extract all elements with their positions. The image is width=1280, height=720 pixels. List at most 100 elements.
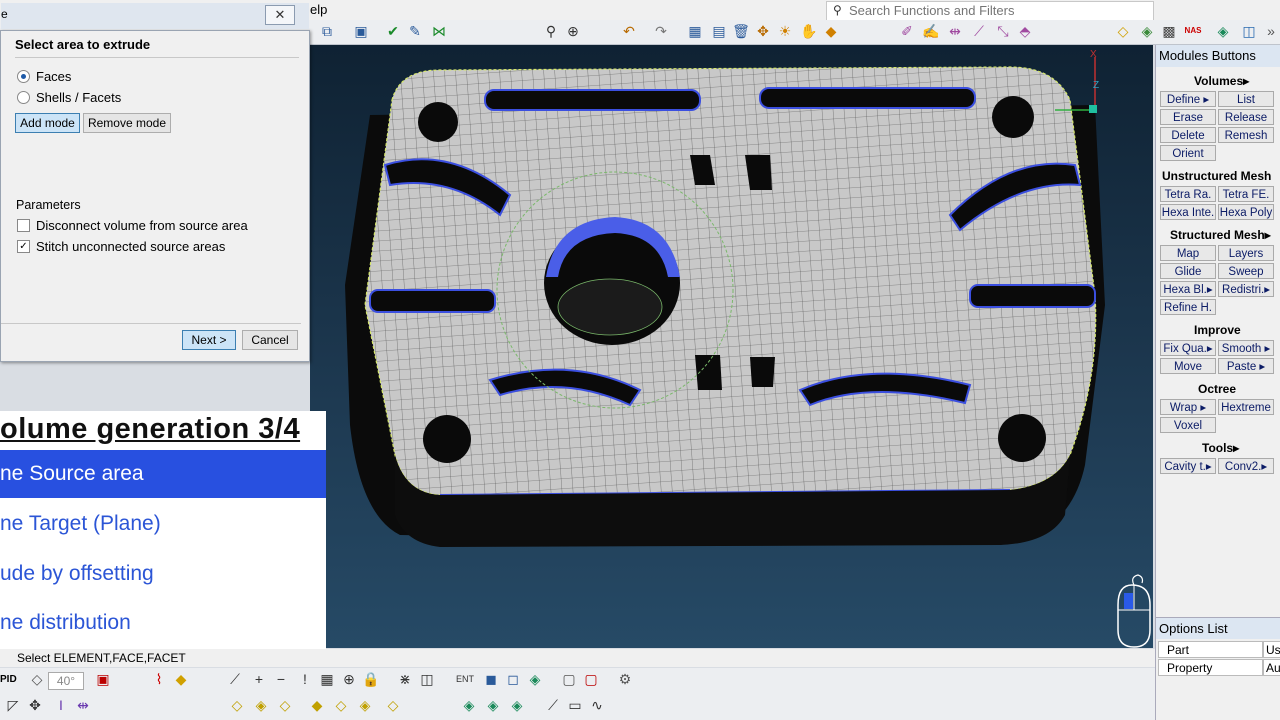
redistri-button[interactable]: Redistri.▸ xyxy=(1218,281,1274,297)
rect-icon[interactable]: ▭ xyxy=(566,696,584,714)
boxes-icon[interactable]: ◫ xyxy=(1240,22,1258,40)
section-tools[interactable]: Tools▸ xyxy=(1202,441,1239,455)
radio-shells[interactable]: Shells / Facets xyxy=(17,90,121,105)
checkmark-icon[interactable]: ✓ xyxy=(17,240,30,253)
mesh-icon[interactable]: ▩ xyxy=(1160,22,1178,40)
refine-h-button[interactable]: Refine H. xyxy=(1160,299,1216,315)
section-octree[interactable]: Octree xyxy=(1198,382,1236,396)
face-edit-icon[interactable]: ◇ xyxy=(332,696,350,714)
remove-mode-button[interactable]: Remove mode xyxy=(83,113,171,133)
frame-icon[interactable]: ▣ xyxy=(94,670,112,688)
face-add-icon[interactable]: ◇ xyxy=(276,696,294,714)
invert-icon[interactable]: ⊕ xyxy=(340,670,358,688)
face-fill-icon[interactable]: ◆ xyxy=(308,696,326,714)
arc-icon[interactable]: ∿ xyxy=(588,696,606,714)
cube-outline-icon[interactable]: ◻ xyxy=(504,670,522,688)
trash-icon[interactable]: 🗑 xyxy=(732,22,750,40)
face-extra-icon[interactable]: ◇ xyxy=(384,696,402,714)
radio-icon[interactable] xyxy=(17,70,30,83)
pen-icon[interactable]: ✎ xyxy=(406,22,424,40)
erase-button[interactable]: Erase xyxy=(1160,109,1216,125)
plus-icon[interactable]: + xyxy=(250,670,268,688)
face-check-icon[interactable]: ◈ xyxy=(356,696,374,714)
layers-icon[interactable]: ◫ xyxy=(418,670,436,688)
align-icon[interactable]: ⇹ xyxy=(74,696,92,714)
voxel-button[interactable]: Voxel xyxy=(1160,417,1216,433)
graph-icon[interactable]: ⋈ xyxy=(430,22,448,40)
more-icon[interactable]: » xyxy=(1262,22,1280,40)
zoom-in-icon[interactable]: ⊕ xyxy=(564,22,582,40)
tag-icon[interactable]: ◇ xyxy=(1114,22,1132,40)
cavity-button[interactable]: Cavity t.▸ xyxy=(1160,458,1216,474)
define-button[interactable]: Define ▸ xyxy=(1160,91,1216,107)
box-icon[interactable]: ▢ xyxy=(560,670,578,688)
move-icon[interactable]: ✥ xyxy=(26,696,44,714)
checkbox-icon[interactable] xyxy=(17,219,30,232)
map-button[interactable]: Map xyxy=(1160,245,1216,261)
layers-icon[interactable]: ◈ xyxy=(1138,22,1156,40)
section-unstructured[interactable]: Unstructured Mesh xyxy=(1162,169,1271,183)
redo-icon[interactable]: ↷ xyxy=(652,22,670,40)
screen-icon[interactable]: ▣ xyxy=(352,22,370,40)
move-button[interactable]: Move xyxy=(1160,358,1216,374)
tag-icon[interactable]: ◇ xyxy=(28,670,46,688)
option-part[interactable]: Part xyxy=(1158,641,1263,658)
shape-icon[interactable]: ⬘ xyxy=(1016,22,1034,40)
section-improve[interactable]: Improve xyxy=(1194,323,1241,337)
hextreme-button[interactable]: Hextreme xyxy=(1218,399,1274,415)
section-structured[interactable]: Structured Mesh▸ xyxy=(1170,228,1271,242)
hexa-poly-button[interactable]: Hexa Poly xyxy=(1218,204,1274,220)
cube-color-icon[interactable]: ◈ xyxy=(526,670,544,688)
face-icon[interactable]: ◇ xyxy=(228,696,246,714)
hexa-inte-button[interactable]: Hexa Inte. xyxy=(1160,204,1216,220)
checkbox-disconnect[interactable]: Disconnect volume from source area xyxy=(17,218,248,233)
graphics-viewport[interactable]: X Z xyxy=(310,45,1153,648)
layers-button[interactable]: Layers xyxy=(1218,245,1274,261)
curve-icon[interactable]: ⟋ xyxy=(544,696,562,714)
section-volumes[interactable]: Volumes▸ xyxy=(1194,74,1249,88)
fix-qua-button[interactable]: Fix Qua.▸ xyxy=(1160,340,1216,356)
tetra-ra-button[interactable]: Tetra Ra. xyxy=(1160,186,1216,202)
volume-edit-icon[interactable]: ◈ xyxy=(508,696,526,714)
list-button[interactable]: List xyxy=(1218,91,1274,107)
search-field[interactable]: ⚲ xyxy=(826,1,1154,21)
measure-icon[interactable]: ✐ xyxy=(898,22,916,40)
lasso-icon[interactable]: ⌇ xyxy=(150,670,168,688)
cursor-icon[interactable]: I xyxy=(52,696,70,714)
grid-icon[interactable]: ▦ xyxy=(318,670,336,688)
bulb-icon[interactable]: ☀ xyxy=(776,22,794,40)
move-icon[interactable]: ✥ xyxy=(754,22,772,40)
close-button[interactable]: ✕ xyxy=(265,5,295,25)
cube-blue-icon[interactable]: ◼ xyxy=(482,670,500,688)
pid-label[interactable]: PID xyxy=(0,674,17,685)
hexa-bl-button[interactable]: Hexa Bl.▸ xyxy=(1160,281,1216,297)
smooth-button[interactable]: Smooth ▸ xyxy=(1218,340,1274,356)
align-icon[interactable]: ⇹ xyxy=(946,22,964,40)
volume-add-icon[interactable]: ◈ xyxy=(484,696,502,714)
radio-icon[interactable] xyxy=(17,91,30,104)
nas-icon[interactable]: NAS xyxy=(1184,22,1202,40)
minus-icon[interactable]: − xyxy=(272,670,290,688)
undo-icon[interactable]: ↶ xyxy=(620,22,638,40)
add-mode-button[interactable]: Add mode xyxy=(15,113,80,133)
line-icon[interactable]: ⟋ xyxy=(226,670,244,688)
node-icon[interactable]: ⤡ xyxy=(994,22,1012,40)
hand-icon[interactable]: ✋ xyxy=(800,22,818,40)
glide-button[interactable]: Glide xyxy=(1160,263,1216,279)
face-select-icon[interactable]: ◈ xyxy=(252,696,270,714)
zoom-icon[interactable]: ⚲ xyxy=(542,22,560,40)
cubes-icon[interactable]: ◈ xyxy=(1214,22,1232,40)
tetra-fe-button[interactable]: Tetra FE. xyxy=(1218,186,1274,202)
wrap-button[interactable]: Wrap ▸ xyxy=(1160,399,1216,415)
checkbox-stitch[interactable]: ✓ Stitch unconnected source areas xyxy=(17,239,225,254)
ent-icon[interactable]: ENT xyxy=(456,670,474,688)
next-button[interactable]: Next > xyxy=(182,330,236,350)
copy-icon[interactable]: ⧉ xyxy=(318,22,336,40)
settings-box-icon[interactable]: ⚙ xyxy=(616,670,634,688)
option-part-value[interactable]: Us xyxy=(1263,641,1280,658)
annotate-icon[interactable]: ✍ xyxy=(922,22,940,40)
table-icon[interactable]: ▤ xyxy=(710,22,728,40)
line-icon[interactable]: ⟋ xyxy=(970,22,988,40)
sweep-button[interactable]: Sweep xyxy=(1218,263,1274,279)
delete-button[interactable]: Delete xyxy=(1160,127,1216,143)
